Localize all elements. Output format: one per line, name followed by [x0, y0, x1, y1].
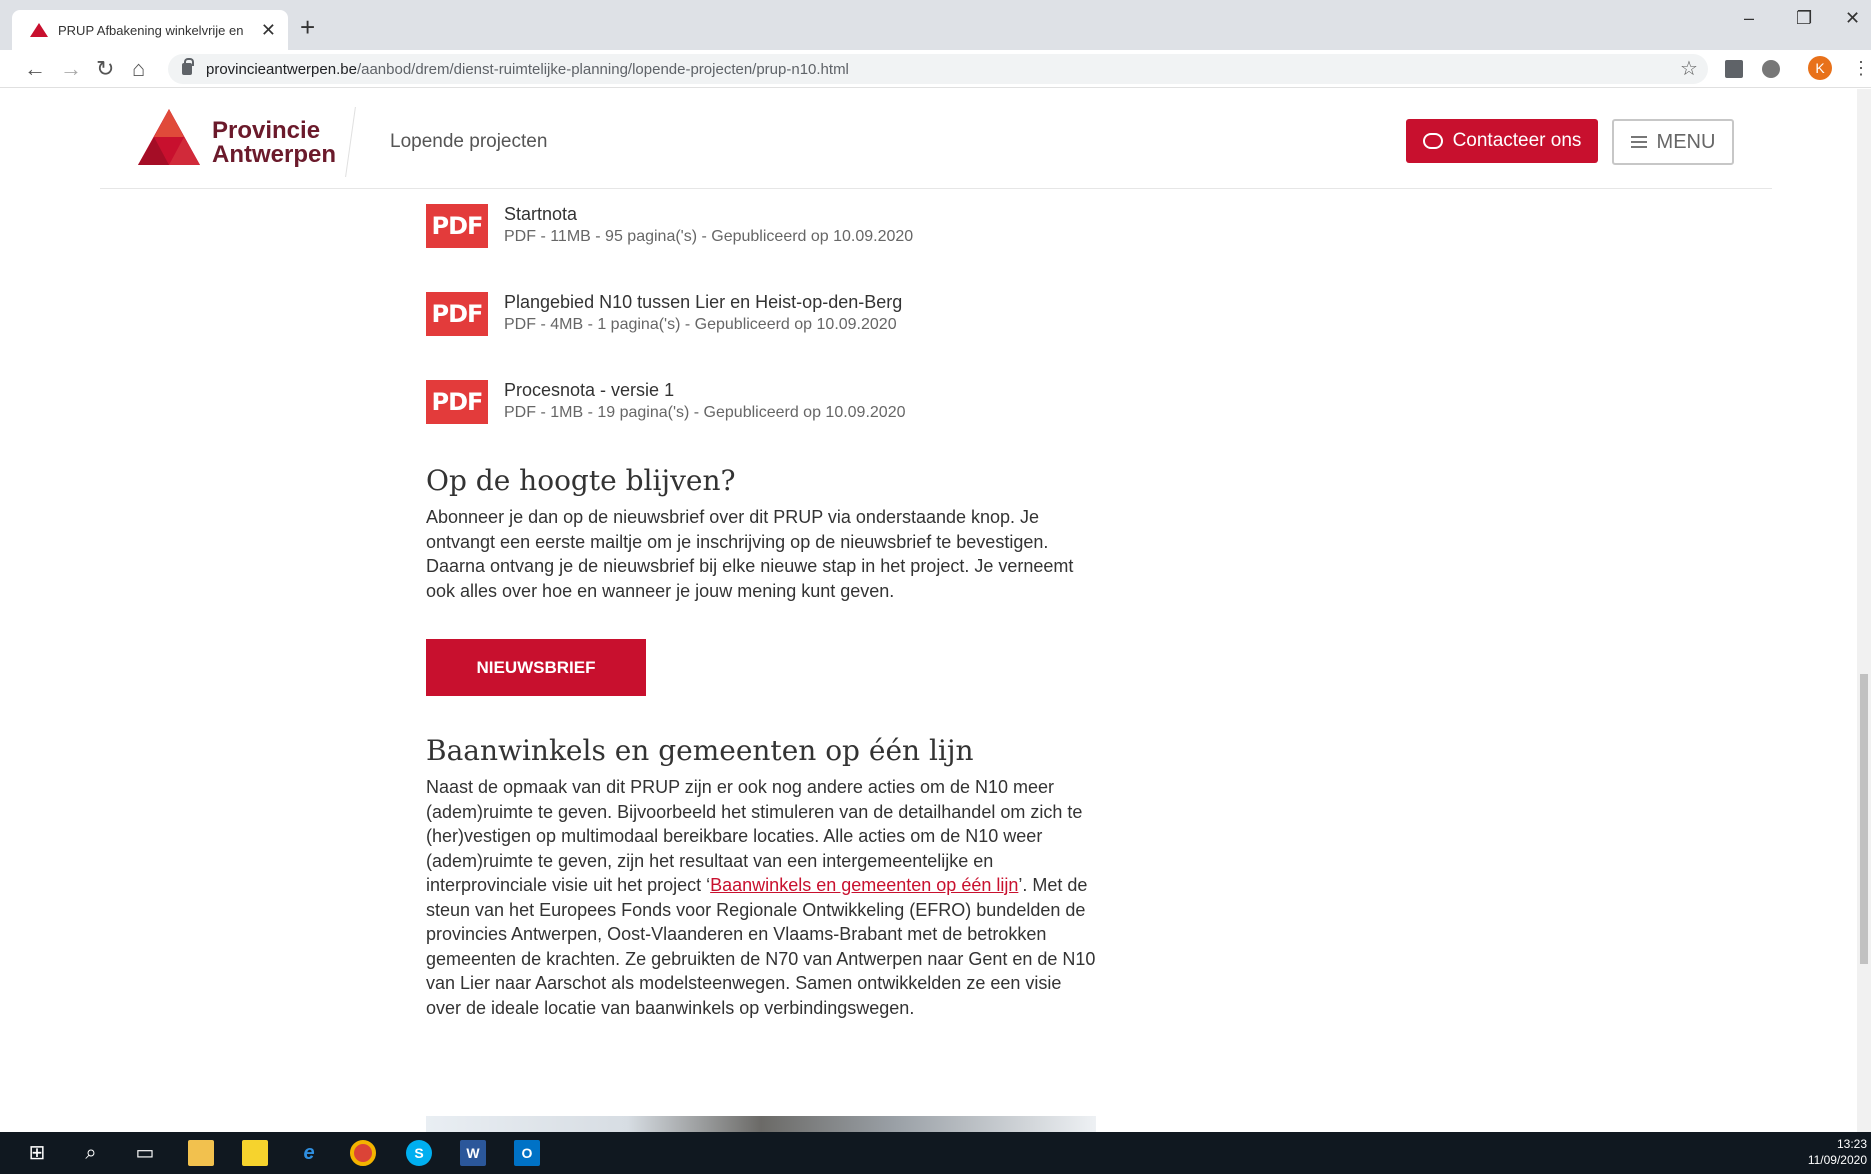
extension-icon[interactable]	[1762, 60, 1780, 78]
baanwinkels-link[interactable]: Baanwinkels en gemeenten op één lijn	[710, 875, 1018, 895]
baanwinkels-text-after: ’. Met de steun van het Europees Fonds v…	[426, 875, 1096, 1018]
menu-button-label: MENU	[1656, 130, 1716, 153]
site-header: Provincie Antwerpen Lopende projecten Co…	[100, 89, 1772, 189]
pdf-icon: PDF	[426, 380, 488, 424]
newsletter-button[interactable]: NIEUWSBRIEF	[426, 639, 646, 696]
clock-date: 11/09/2020	[1807, 1153, 1867, 1167]
search-icon[interactable]: ⌕	[78, 1140, 104, 1166]
document-title[interactable]: Plangebied N10 tussen Lier en Heist-op-d…	[504, 292, 902, 313]
profile-avatar[interactable]: K	[1808, 56, 1832, 80]
url-path: /aanbod/drem/dienst-ruimtelijke-planning…	[356, 60, 849, 78]
restore-icon[interactable]: ❐	[1796, 8, 1812, 29]
pdf-icon: PDF	[426, 204, 488, 248]
chat-icon	[1422, 133, 1443, 149]
document-title[interactable]: Procesnota - versie 1	[504, 380, 674, 401]
extension-icon[interactable]	[1725, 60, 1743, 78]
document-meta: PDF - 1MB - 19 pagina('s) - Gepubliceerd…	[504, 404, 906, 421]
system-clock[interactable]: 13:23 11/09/2020	[1808, 1136, 1867, 1168]
main-content: PDF Startnota PDF - 11MB - 95 pagina('s)…	[426, 190, 1096, 1020]
back-icon[interactable]: ←	[24, 56, 46, 82]
url-host: provincieantwerpen.be	[206, 60, 357, 78]
baanwinkels-heading: Baanwinkels en gemeenten op één lijn	[426, 734, 974, 767]
new-tab-icon[interactable]: +	[300, 12, 315, 43]
lock-icon	[182, 58, 194, 75]
logo-icon[interactable]	[138, 109, 200, 165]
home-icon[interactable]: ⌂	[132, 56, 145, 82]
logo-text[interactable]: Provincie Antwerpen	[212, 119, 336, 167]
word-icon[interactable]: W	[460, 1140, 486, 1166]
logo-line-2: Antwerpen	[212, 141, 337, 168]
document-title[interactable]: Startnota	[504, 204, 577, 225]
newsletter-heading: Op de hoogte blijven?	[426, 464, 736, 497]
baanwinkels-body: Naast de opmaak van dit PRUP zijn er ook…	[426, 775, 1096, 1020]
close-window-icon[interactable]: ✕	[1845, 8, 1860, 29]
forward-icon[interactable]: →	[60, 56, 82, 82]
header-divider	[345, 107, 356, 177]
document-meta: PDF - 4MB - 1 pagina('s) - Gepubliceerd …	[504, 316, 897, 333]
document-item[interactable]: PDF Startnota PDF - 11MB - 95 pagina('s)…	[426, 190, 1096, 278]
hamburger-icon	[1630, 136, 1647, 148]
scrollbar-thumb[interactable]	[1860, 674, 1868, 964]
address-bar[interactable]: provincieantwerpen.be/aanbod/drem/dienst…	[168, 54, 1708, 84]
pdf-icon: PDF	[426, 292, 488, 336]
newsletter-body: Abonneer je dan op de nieuwsbrief over d…	[426, 507, 1074, 601]
favicon-icon	[30, 23, 48, 37]
page-scrollbar[interactable]	[1857, 89, 1871, 1132]
document-meta: PDF - 11MB - 95 pagina('s) - Gepubliceer…	[504, 228, 914, 245]
chrome-icon[interactable]	[350, 1140, 376, 1166]
section-title[interactable]: Lopende projecten	[390, 131, 547, 153]
windows-taskbar: ⊞ ⌕ ▭ e S W O 13:23 11/09/2020	[0, 1132, 1871, 1174]
bookmark-star-icon[interactable]: ☆	[1680, 56, 1698, 81]
browser-toolbar: ← → ↻ ⌂ provincieantwerpen.be/aanbod/dre…	[0, 50, 1871, 88]
task-view-icon[interactable]: ▭	[132, 1140, 158, 1166]
browser-tab[interactable]: PRUP Afbakening winkelvrije en ✕	[12, 10, 288, 50]
minimize-icon[interactable]: –	[1744, 8, 1754, 29]
outlook-icon[interactable]: O	[514, 1140, 540, 1166]
browser-menu-icon[interactable]: ⋮	[1852, 58, 1870, 79]
windows-start-icon[interactable]: ⊞	[24, 1140, 50, 1166]
clock-time: 13:23	[1836, 1137, 1867, 1151]
document-item[interactable]: PDF Procesnota - versie 1 PDF - 1MB - 19…	[426, 366, 1096, 454]
tab-title: PRUP Afbakening winkelvrije en	[58, 22, 244, 38]
menu-button[interactable]: MENU	[1612, 119, 1734, 165]
sticky-notes-icon[interactable]	[242, 1140, 268, 1166]
article-image	[426, 1116, 1096, 1132]
reload-icon[interactable]: ↻	[96, 56, 114, 82]
contact-button[interactable]: Contacteer ons	[1406, 119, 1598, 163]
close-tab-icon[interactable]: ✕	[261, 20, 276, 41]
logo-line-1: Provincie	[212, 117, 321, 144]
document-item[interactable]: PDF Plangebied N10 tussen Lier en Heist-…	[426, 278, 1096, 366]
contact-button-label: Contacteer ons	[1452, 130, 1582, 151]
edge-icon[interactable]: e	[296, 1140, 322, 1166]
skype-icon[interactable]: S	[406, 1140, 432, 1166]
file-explorer-icon[interactable]	[188, 1140, 214, 1166]
browser-tab-strip: PRUP Afbakening winkelvrije en ✕ + – ❐ ✕	[0, 0, 1871, 50]
